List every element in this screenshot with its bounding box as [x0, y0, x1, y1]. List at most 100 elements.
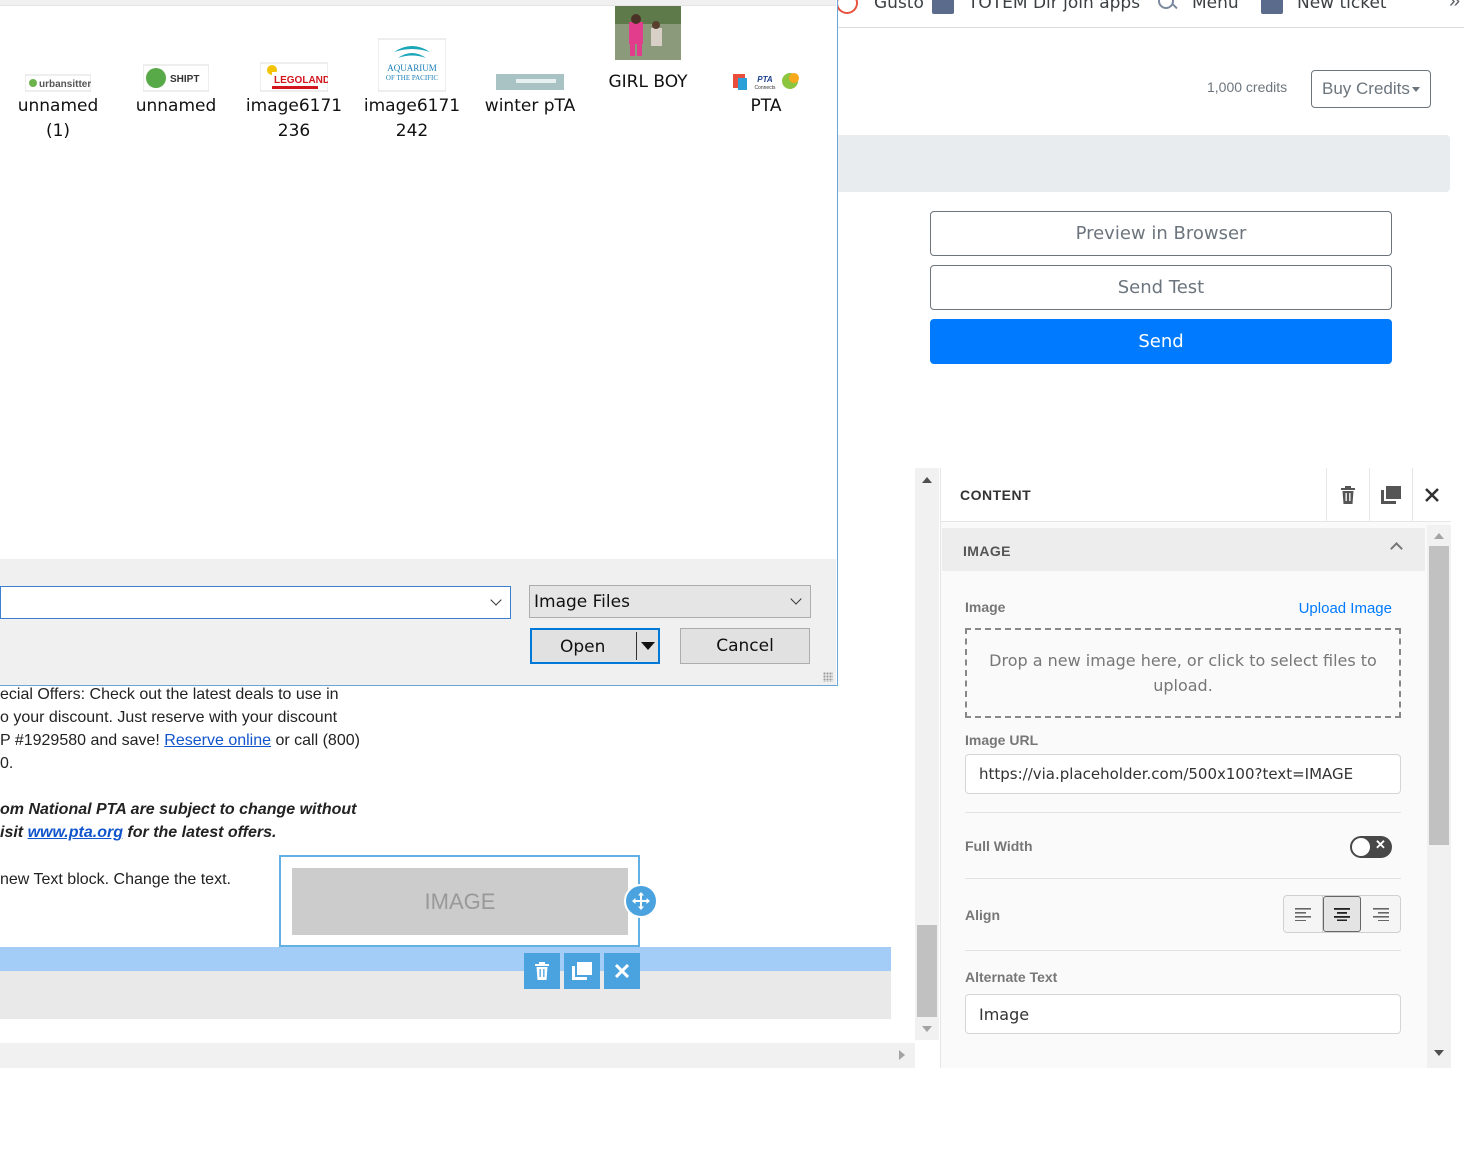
- file-item[interactable]: AQUARIUM OF THE PACIFIC image6171 242: [357, 30, 467, 144]
- scroll-up-icon[interactable]: [1434, 533, 1444, 539]
- file-thumbnail: [475, 30, 585, 92]
- file-name-input[interactable]: [0, 586, 511, 619]
- file-name: winter pTA: [484, 96, 576, 116]
- close-panel-button[interactable]: [1412, 468, 1451, 522]
- file-item[interactable]: winter pTA: [475, 30, 585, 119]
- search-icon: [1156, 0, 1178, 14]
- reserve-online-link[interactable]: Reserve online: [164, 732, 271, 749]
- svg-text:SHIPT: SHIPT: [170, 74, 199, 85]
- dialog-footer: Image Files Open Cancel: [0, 559, 836, 685]
- duplicate-icon: [1381, 486, 1401, 504]
- svg-text:LEGOLAND: LEGOLAND: [274, 75, 328, 86]
- send-button[interactable]: Send: [930, 319, 1392, 364]
- email-text-line: 0.: [0, 755, 14, 772]
- preview-in-browser-button[interactable]: Preview in Browser: [930, 211, 1392, 256]
- caret-down-icon: [1412, 87, 1420, 92]
- email-text-line: om National PTA are subject to change wi…: [0, 801, 357, 818]
- close-icon: [615, 964, 629, 978]
- empty-row[interactable]: [0, 971, 891, 1019]
- file-name: image6171 236: [245, 96, 343, 141]
- cancel-button[interactable]: Cancel: [680, 628, 810, 664]
- bookmark-totem[interactable]: TOTEM Dir join apps: [932, 0, 1140, 15]
- svg-text:AQUARIUM: AQUARIUM: [387, 63, 437, 73]
- file-name: unnamed: [135, 96, 217, 116]
- toolbar-strip: [838, 135, 1450, 192]
- email-text-line: ecial Offers: Check out the latest deals…: [0, 686, 339, 703]
- image-dropzone[interactable]: Drop a new image here, or click to selec…: [965, 628, 1401, 718]
- file-type-filter[interactable]: Image Files: [529, 585, 811, 618]
- dialog-title-strip: [0, 0, 836, 6]
- align-left-button[interactable]: [1284, 896, 1323, 932]
- align-center-button[interactable]: [1322, 896, 1362, 932]
- bookmark-new-ticket[interactable]: New ticket: [1261, 0, 1387, 15]
- upload-image-link[interactable]: Upload Image: [1299, 600, 1392, 617]
- toggle-knob: [1352, 838, 1370, 856]
- pta-website-link[interactable]: www.pta.org: [28, 824, 123, 841]
- file-item[interactable]: GIRL BOY: [593, 6, 703, 95]
- move-handle-icon[interactable]: [624, 884, 658, 918]
- panel-scrollbar[interactable]: [1427, 525, 1451, 1068]
- chevron-up-icon[interactable]: [1390, 542, 1403, 555]
- file-item[interactable]: urbansitter unnamed (1): [3, 30, 113, 144]
- image-block[interactable]: IMAGE: [279, 855, 640, 947]
- delete-row-button[interactable]: [524, 953, 560, 989]
- dropzone-text: Drop a new image here, or click to selec…: [989, 651, 1377, 695]
- divider: [965, 812, 1401, 813]
- email-text-line: P #1929580 and save! Reserve online or c…: [0, 729, 360, 752]
- scroll-right-icon[interactable]: [899, 1050, 905, 1060]
- email-text: for the latest offers.: [122, 824, 277, 841]
- chevron-down-icon: [790, 593, 802, 605]
- scroll-down-icon[interactable]: [922, 1026, 932, 1032]
- align-right-button[interactable]: [1361, 896, 1400, 932]
- duplicate-block-button[interactable]: [1369, 468, 1412, 522]
- resize-grip-icon[interactable]: [823, 672, 833, 682]
- selected-row[interactable]: [0, 947, 891, 971]
- divider: [965, 950, 1401, 951]
- gusto-icon: [838, 0, 858, 14]
- image-section-header[interactable]: IMAGE: [942, 528, 1425, 571]
- text-block[interactable]: new Text block. Change the text.: [0, 868, 231, 891]
- trash-icon: [1341, 486, 1355, 504]
- image-url-input[interactable]: https://via.placeholder.com/500x100?text…: [965, 754, 1401, 794]
- scroll-up-icon[interactable]: [922, 477, 932, 483]
- close-row-toolbar-button[interactable]: [604, 953, 640, 989]
- horizontal-scrollbar[interactable]: [0, 1043, 915, 1068]
- open-button[interactable]: Open: [530, 628, 660, 664]
- scrollbar-thumb[interactable]: [917, 925, 937, 1017]
- file-thumbnail: AQUARIUM OF THE PACIFIC: [357, 30, 467, 92]
- freshdesk-icon: [1261, 0, 1283, 14]
- scroll-down-icon[interactable]: [1434, 1050, 1444, 1056]
- file-item[interactable]: LEGOLAND image6171 236: [239, 30, 349, 144]
- panel-header: CONTENT: [941, 468, 1451, 522]
- bookmark-label: New ticket: [1297, 0, 1387, 13]
- send-test-button[interactable]: Send Test: [930, 265, 1392, 310]
- scrollbar-thumb[interactable]: [1429, 546, 1449, 845]
- bookmark-label: Menu: [1192, 0, 1239, 13]
- alt-text-input[interactable]: Image: [965, 994, 1401, 1034]
- duplicate-row-button[interactable]: [564, 953, 600, 989]
- bookmarks-overflow-button[interactable]: »: [1449, 0, 1460, 13]
- buy-credits-button[interactable]: Buy Credits: [1311, 70, 1431, 108]
- chevron-down-icon[interactable]: [490, 594, 502, 606]
- file-item[interactable]: PTA Connects PTA: [711, 30, 821, 119]
- trash-icon: [535, 962, 549, 980]
- close-icon: [1425, 488, 1439, 502]
- file-name: PTA: [750, 96, 782, 116]
- delete-block-button[interactable]: [1326, 468, 1369, 522]
- split-divider: [636, 632, 637, 660]
- full-width-toggle[interactable]: ✕: [1350, 836, 1392, 858]
- file-open-dialog: urbansitter unnamed (1) SHIPT unnamed LE…: [0, 0, 838, 686]
- file-thumbnail: urbansitter: [3, 30, 113, 92]
- bookmark-gusto[interactable]: Gusto: [838, 0, 924, 15]
- image-url-label: Image URL: [965, 732, 1039, 748]
- freshdesk-icon: [932, 0, 954, 14]
- divider: [965, 878, 1401, 879]
- file-thumbnail: LEGOLAND: [239, 30, 349, 92]
- content-panel: CONTENT IMAGE Image Upload Image Drop a …: [940, 468, 1451, 1068]
- canvas-vertical-scrollbar[interactable]: [915, 468, 939, 1040]
- file-thumbnail: SHIPT: [121, 30, 231, 92]
- bookmark-menu[interactable]: Menu: [1156, 0, 1239, 15]
- dropdown-arrow-icon[interactable]: [641, 642, 655, 650]
- file-item[interactable]: SHIPT unnamed: [121, 30, 231, 119]
- file-thumbnail: [593, 6, 703, 68]
